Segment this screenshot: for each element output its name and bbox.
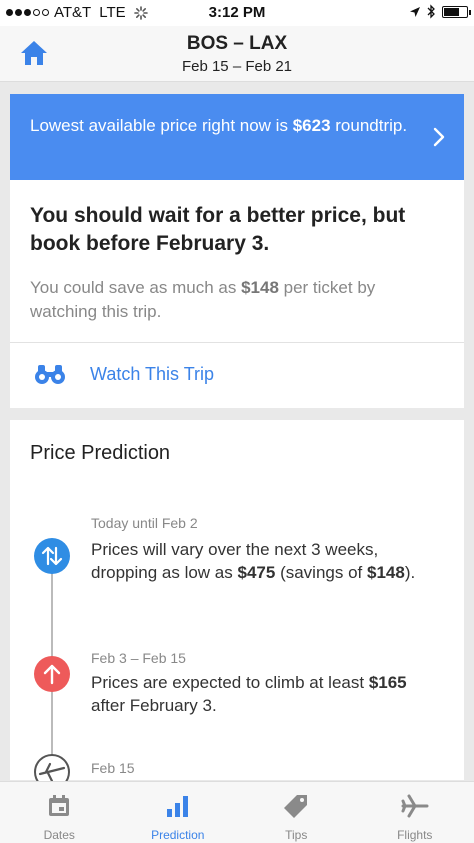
step-2-text-b: after February 3. [91,696,217,715]
advice-card: You should wait for a better price, but … [10,180,464,408]
lowest-price-text: Lowest available price right now is $623… [30,114,410,137]
advice-sub-prefix: You could save as much as [30,278,237,297]
step-3-date: Feb 15 [91,760,135,776]
step-1-low-price: $475 [237,563,276,582]
chevron-right-icon [433,127,445,147]
route-title: BOS – LAX [186,33,288,54]
calendar-icon [49,795,70,816]
step-2-badge [34,656,70,692]
bar-chart-icon [166,796,188,817]
step-1-text-c: ). [404,563,416,582]
step-1-savings: $148 [367,563,405,582]
tab-dates[interactable]: Dates [0,782,119,843]
price-prediction-card: Price Prediction Today until Feb 2 Price… [10,420,464,800]
advice-subtext: You could save as much as $148 per ticke… [30,276,445,324]
step-2-text-a: Prices are expected to climb at least [91,673,365,692]
status-time: 3:12 PM [208,4,266,21]
savings-amount: $148 [241,278,279,297]
header: BOS – LAX Feb 15 – Feb 21 [0,26,474,82]
tab-tips[interactable]: Tips [237,782,356,843]
tab-prediction[interactable]: Prediction [119,782,238,843]
tab-dates-label: Dates [43,828,75,842]
banner-text-suffix: roundtrip. [335,116,408,135]
tab-bar: Dates Prediction Tips Flights [0,781,474,843]
watch-trip-label: Watch This Trip [90,364,215,384]
status-bar: AT&T LTE 3:12 PM [0,0,474,26]
bluetooth-icon [427,4,435,19]
arrow-up-icon [43,664,61,685]
trip-dates: Feb 15 – Feb 21 [181,58,293,75]
step-1-date: Today until Feb 2 [91,515,198,531]
step-1-badge [34,538,70,574]
step-2-text: Prices are expected to climb at least $1… [91,671,431,717]
tab-prediction-label: Prediction [151,828,205,842]
advice-title: You should wait for a better price, but … [30,204,406,255]
banner-text-prefix: Lowest available price right now is [30,116,288,135]
step-1-text: Prices will vary over the next 3 weeks, … [91,538,431,584]
battery-icon [442,5,471,18]
binoculars-icon [35,365,65,384]
tab-tips-label: Tips [285,828,308,842]
tag-icon [284,795,308,818]
location-arrow-icon [410,6,420,17]
lowest-price-banner[interactable]: Lowest available price right now is $623… [10,94,464,180]
prediction-heading: Price Prediction [30,442,171,464]
lowest-price-value: $623 [292,116,331,135]
status-right [409,4,471,19]
tab-flights-label: Flights [397,828,433,842]
step-2-date: Feb 3 – Feb 15 [91,650,186,666]
step-1-text-b: (savings of [280,563,363,582]
up-down-arrows-icon [41,546,63,566]
tab-flights[interactable]: Flights [356,782,474,843]
watch-trip-button[interactable]: Watch This Trip [10,343,464,408]
step-2-price-rise: $165 [368,673,407,692]
plane-icon [401,794,429,818]
